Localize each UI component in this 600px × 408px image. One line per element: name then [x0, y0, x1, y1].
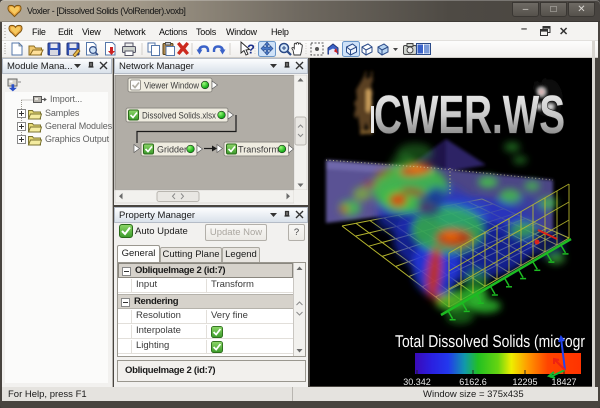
svg-text:12295: 12295	[512, 377, 537, 386]
svg-text:Total Dissolved Solids (microg: Total Dissolved Solids (microgr	[395, 332, 585, 351]
svg-text:Viewer Window: Viewer Window	[144, 81, 199, 91]
svg-text:?: ?	[247, 42, 255, 57]
svg-text:Dissolved Solids.xlsx: Dissolved Solids.xlsx	[142, 111, 216, 121]
svg-text:30.342: 30.342	[403, 377, 431, 386]
svg-text:Transform: Transform	[238, 145, 279, 155]
svg-text:6162.6: 6162.6	[459, 377, 487, 386]
svg-text:Gridder: Gridder	[157, 145, 187, 155]
svg-text:CWER.WS: CWER.WS	[374, 85, 565, 145]
svg-text:18427: 18427	[551, 377, 576, 386]
